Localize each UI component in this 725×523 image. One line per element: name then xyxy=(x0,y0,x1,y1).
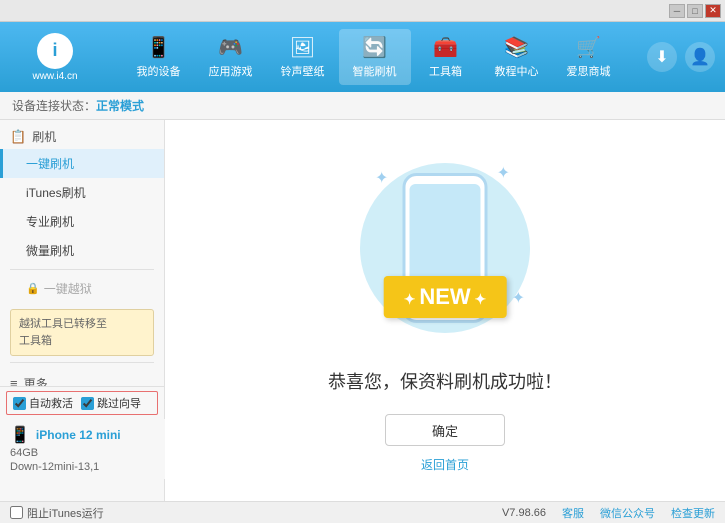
pro-flash-label: 专业刷机 xyxy=(26,215,74,229)
logo-text: www.i4.cn xyxy=(32,71,77,82)
version-label: V7.98.66 xyxy=(502,507,546,519)
tutorial-icon: 📚 xyxy=(504,35,529,60)
back-link[interactable]: 返回首页 xyxy=(421,456,469,473)
device-storage: 64GB xyxy=(10,447,155,459)
nav-right: ⬇ 👤 xyxy=(647,42,715,72)
smart-flash-label: 智能刷机 xyxy=(353,63,397,79)
mall-label: 爱思商城 xyxy=(567,63,611,79)
close-button[interactable]: ✕ xyxy=(705,4,721,18)
account-button[interactable]: 👤 xyxy=(685,42,715,72)
maximize-button[interactable]: □ xyxy=(687,4,703,18)
sidebar: 📋 刷机 一键刷机 iTunes刷机 专业刷机 微量刷机 🔒 一键越狱 越狱工具… xyxy=(0,120,165,501)
itunes-flash-label: iTunes刷机 xyxy=(26,186,86,200)
my-device-label: 我的设备 xyxy=(137,63,181,79)
title-bar: ─ □ ✕ xyxy=(0,0,725,22)
nav-items: 📱 我的设备 🎮 应用游戏 🖼 铃声壁纸 🔄 智能刷机 🧰 工具箱 📚 教程中心… xyxy=(100,29,647,85)
minimize-button[interactable]: ─ xyxy=(669,4,685,18)
content-pane: NEW ✦ ✦ ✦ 恭喜您，保资料刷机成功啦！ 确定 返回首页 xyxy=(165,120,725,501)
status-value: 正常模式 xyxy=(96,97,144,114)
lock-icon: 🔒 xyxy=(26,282,40,295)
logo-icon: i xyxy=(37,33,73,69)
support-link[interactable]: 客服 xyxy=(562,505,584,521)
toolbox-icon: 🧰 xyxy=(433,35,458,60)
app-game-label: 应用游戏 xyxy=(209,63,253,79)
sparkle-3: ✦ xyxy=(512,288,525,308)
my-device-icon: 📱 xyxy=(146,35,171,60)
bottom-left: 阻止iTunes运行 xyxy=(10,505,502,521)
flash-section-label: 刷机 xyxy=(32,128,56,145)
smart-flash-icon: 🔄 xyxy=(362,35,387,60)
nav-my-device[interactable]: 📱 我的设备 xyxy=(123,29,195,85)
divider-1 xyxy=(10,269,154,270)
bottom-bar: 阻止iTunes运行 V7.98.66 客服 微信公众号 检查更新 xyxy=(0,501,725,523)
confirm-button[interactable]: 确定 xyxy=(385,414,505,446)
skip-wizard-label: 跳过向导 xyxy=(97,395,141,411)
status-bar: 设备连接状态： 正常模式 xyxy=(0,92,725,120)
sparkle-1: ✦ xyxy=(375,168,388,188)
update-link[interactable]: 检查更新 xyxy=(671,505,715,521)
sidebar-section-jailbreak: 🔒 一键越狱 xyxy=(0,274,164,303)
auto-rescue-label: 自动救活 xyxy=(29,395,73,411)
device-version: Down-12mini-13,1 xyxy=(10,461,155,473)
one-key-flash-label: 一键刷机 xyxy=(26,157,74,171)
top-nav: i www.i4.cn 📱 我的设备 🎮 应用游戏 🖼 铃声壁纸 🔄 智能刷机 … xyxy=(0,22,725,92)
success-title: 恭喜您，保资料刷机成功啦！ xyxy=(328,368,562,394)
toolbox-label: 工具箱 xyxy=(429,63,462,79)
wallpaper-label: 铃声壁纸 xyxy=(281,63,325,79)
skip-wizard-checkbox[interactable]: 跳过向导 xyxy=(81,395,141,411)
success-illustration: NEW ✦ ✦ ✦ xyxy=(345,148,545,348)
sidebar-item-free-flash[interactable]: 微量刷机 xyxy=(0,236,164,265)
app-game-icon: 🎮 xyxy=(218,35,243,60)
sidebar-section-flash: 📋 刷机 xyxy=(0,120,164,149)
nav-toolbox[interactable]: 🧰 工具箱 xyxy=(411,29,481,85)
bottom-right: V7.98.66 客服 微信公众号 检查更新 xyxy=(502,505,715,521)
logo-area: i www.i4.cn xyxy=(10,33,100,82)
block-itunes-checkbox[interactable] xyxy=(10,506,23,519)
nav-wallpaper[interactable]: 🖼 铃声壁纸 xyxy=(267,29,339,85)
nav-tutorial[interactable]: 📚 教程中心 xyxy=(481,29,553,85)
sidebar-item-itunes-flash[interactable]: iTunes刷机 xyxy=(0,178,164,207)
nav-smart-flash[interactable]: 🔄 智能刷机 xyxy=(339,29,411,85)
divider-2 xyxy=(10,362,154,363)
jailbreak-note: 越狱工具已转移至工具箱 xyxy=(10,309,154,356)
nav-app-game[interactable]: 🎮 应用游戏 xyxy=(195,29,267,85)
checkbox-area: 自动救活 跳过向导 xyxy=(13,395,151,411)
auto-rescue-checkbox[interactable]: 自动救活 xyxy=(13,395,73,411)
new-banner: NEW xyxy=(384,276,507,318)
nav-mall[interactable]: 🛒 爱思商城 xyxy=(553,29,625,85)
mall-icon: 🛒 xyxy=(576,35,601,60)
flash-section-icon: 📋 xyxy=(10,129,26,145)
tutorial-label: 教程中心 xyxy=(495,63,539,79)
skip-wizard-input[interactable] xyxy=(81,397,94,410)
block-itunes-label: 阻止iTunes运行 xyxy=(27,505,104,521)
sidebar-item-pro-flash[interactable]: 专业刷机 xyxy=(0,207,164,236)
free-flash-label: 微量刷机 xyxy=(26,244,74,258)
wechat-link[interactable]: 微信公众号 xyxy=(600,505,655,521)
wallpaper-icon: 🖼 xyxy=(290,35,315,60)
device-icon: 📱 xyxy=(10,425,30,445)
device-section: 📱 iPhone 12 mini 64GB Down-12mini-13,1 xyxy=(0,419,165,479)
window-controls: ─ □ ✕ xyxy=(669,4,721,18)
device-name: iPhone 12 mini xyxy=(36,428,121,442)
sparkle-2: ✦ xyxy=(497,163,510,183)
status-label: 设备连接状态： xyxy=(12,97,96,114)
sidebar-item-one-key-flash[interactable]: 一键刷机 xyxy=(0,149,164,178)
jailbreak-section-label: 一键越狱 xyxy=(44,280,92,297)
auto-rescue-input[interactable] xyxy=(13,397,26,410)
download-button[interactable]: ⬇ xyxy=(647,42,677,72)
